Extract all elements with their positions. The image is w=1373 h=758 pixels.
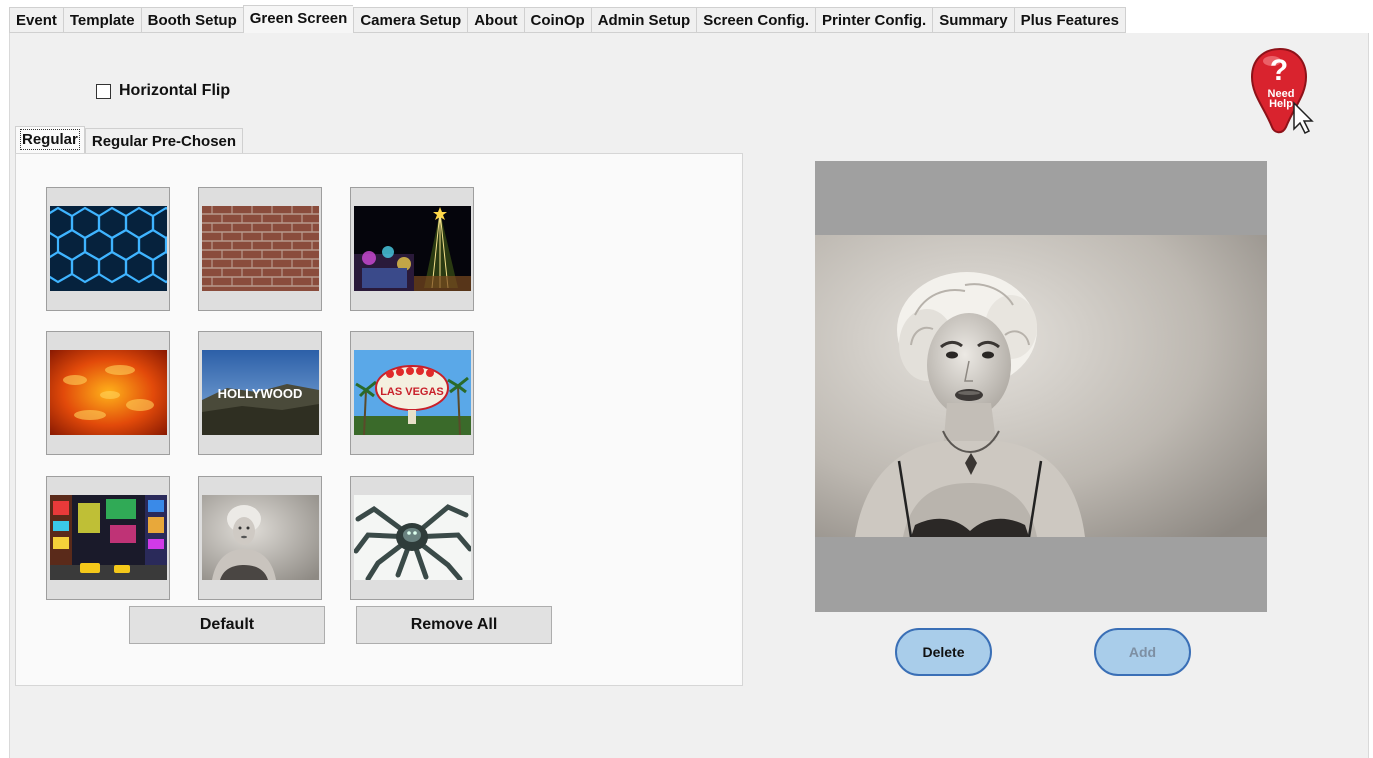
horizontal-flip-option[interactable]: Horizontal Flip <box>96 82 230 100</box>
tab-green-screen[interactable]: Green Screen <box>242 5 354 33</box>
background-preview <box>815 161 1267 612</box>
main-tab-bar: Event Template Booth Setup Green Screen … <box>9 5 1126 33</box>
sub-tab-regular-label: Regular <box>20 129 80 150</box>
default-button[interactable]: Default <box>129 606 325 644</box>
need-help-icon[interactable]: ? Need Help <box>1250 47 1316 135</box>
background-sub-tabs: Regular Regular Pre-Chosen <box>15 126 244 154</box>
tab-camera-setup[interactable]: Camera Setup <box>353 7 468 33</box>
brick-wall-image <box>202 206 319 291</box>
svg-text:?: ? <box>1270 54 1288 87</box>
remove-all-button[interactable]: Remove All <box>356 606 552 644</box>
need-help-text-2: Help <box>1269 98 1293 110</box>
background-thumb-9[interactable] <box>350 476 474 600</box>
tab-about[interactable]: About <box>467 7 524 33</box>
spider-image <box>354 495 471 580</box>
hollywood-sign-image: HOLLYWOOD <box>202 350 319 435</box>
background-thumb-8[interactable] <box>198 476 322 600</box>
tab-admin-setup[interactable]: Admin Setup <box>590 7 697 33</box>
horizontal-flip-checkbox[interactable] <box>96 83 111 99</box>
hollywood-sign-text: HOLLYWOOD <box>218 386 303 401</box>
background-thumb-4[interactable] <box>46 331 170 455</box>
tab-printer-config[interactable]: Printer Config. <box>815 7 933 33</box>
background-thumb-1[interactable] <box>46 187 170 311</box>
background-thumb-6[interactable]: LAS VEGAS <box>350 331 474 455</box>
background-thumb-7[interactable] <box>46 476 170 600</box>
horizontal-flip-label: Horizontal Flip <box>119 82 231 99</box>
tab-coinop[interactable]: CoinOp <box>523 7 591 33</box>
night-christmas-tree-image <box>354 206 471 291</box>
las-vegas-sign-text: LAS VEGAS <box>380 386 444 398</box>
tab-booth-setup[interactable]: Booth Setup <box>140 7 243 33</box>
tab-screen-config[interactable]: Screen Config. <box>696 7 816 33</box>
tab-summary[interactable]: Summary <box>932 7 1014 33</box>
las-vegas-sign-image: LAS VEGAS <box>354 350 471 435</box>
fire-image <box>50 350 167 435</box>
delete-button[interactable]: Delete <box>895 628 992 676</box>
blue-hexagons-image <box>50 206 167 291</box>
tab-template[interactable]: Template <box>62 7 141 33</box>
times-square-image <box>50 495 167 580</box>
tab-plus-features[interactable]: Plus Features <box>1013 7 1126 33</box>
preview-marilyn-image <box>815 235 1267 537</box>
background-thumb-2[interactable] <box>198 187 322 311</box>
add-button[interactable]: Add <box>1094 628 1191 676</box>
tab-event[interactable]: Event <box>9 7 63 33</box>
sub-tab-regular-pre-chosen[interactable]: Regular Pre-Chosen <box>84 128 244 154</box>
background-thumb-3[interactable] <box>350 187 474 311</box>
sub-tab-regular[interactable]: Regular <box>15 126 85 154</box>
background-thumb-5[interactable]: HOLLYWOOD <box>198 331 322 455</box>
marilyn-portrait-image <box>202 495 319 580</box>
